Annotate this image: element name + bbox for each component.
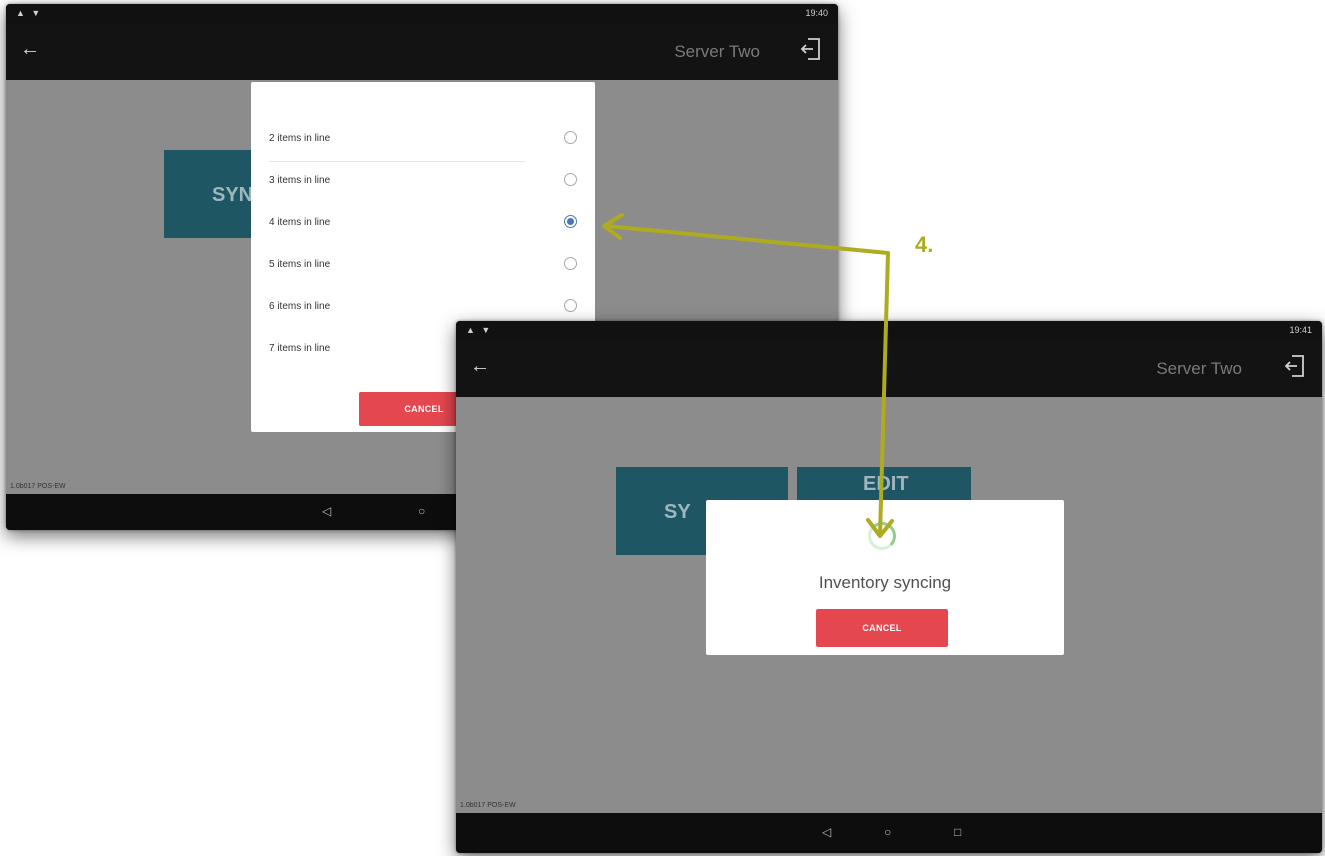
connector-line — [604, 224, 890, 537]
annotation-connector — [602, 213, 894, 538]
step-label: 4. — [915, 232, 934, 257]
